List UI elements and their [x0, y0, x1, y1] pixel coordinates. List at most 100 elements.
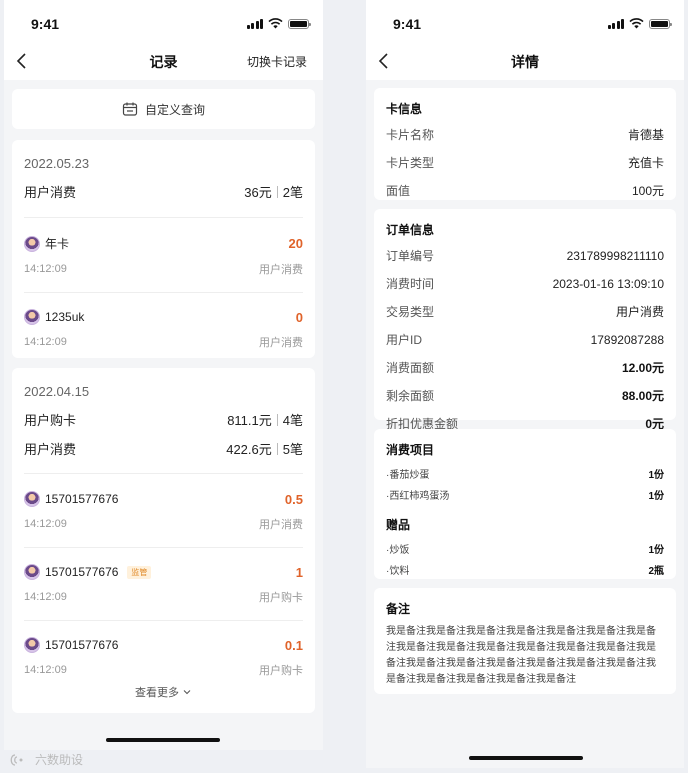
item-name: ·番茄炒蛋	[386, 470, 430, 481]
watermark: 六数助设	[8, 751, 83, 768]
summary-label: 用户购卡	[24, 413, 77, 428]
section-title: 备注	[386, 602, 411, 616]
info-label: 消费面额	[386, 361, 435, 375]
card-info-section: 卡信息 卡片名称 肯德基 卡片类型 充值卡 面值 100元	[374, 88, 676, 200]
info-label: 卡片类型	[386, 156, 435, 170]
records-screen: 9:41 记录 切换卡记录 自定义查询 2022.05.23 用户消费 36元 2…	[4, 0, 323, 750]
record-type: 用户购卡	[259, 592, 303, 604]
status-bar: 9:41	[366, 0, 684, 42]
list-item: ·番茄炒蛋 1份	[386, 466, 664, 481]
status-time: 9:41	[393, 16, 422, 32]
info-label: 消费时间	[386, 277, 435, 291]
record-type: 用户消费	[259, 264, 303, 276]
switch-card-records-link[interactable]: 切换卡记录	[247, 53, 307, 70]
summary-amount: 422.6元	[226, 442, 272, 457]
info-row: 消费面额 12.00元	[386, 359, 664, 376]
record-type: 用户购卡	[259, 665, 303, 677]
avatar	[24, 491, 40, 507]
record-amount: 0.5	[284, 491, 303, 507]
record-amount: 20	[288, 236, 303, 251]
info-label: 面值	[386, 184, 411, 198]
summary-count: 5笔	[282, 442, 303, 457]
info-row: 剩余面额 88.00元	[386, 387, 664, 404]
watermark-text: 六数助设	[35, 753, 84, 767]
divider	[24, 473, 303, 474]
avatar	[24, 309, 40, 325]
info-value: 12.00元	[621, 361, 664, 375]
battery-icon	[288, 18, 311, 29]
custom-query-label: 自定义查询	[144, 102, 205, 117]
summary-amount: 811.1元	[227, 413, 272, 428]
watermark-logo-icon	[10, 753, 23, 766]
record-name: 年卡	[45, 237, 70, 251]
avatar	[24, 235, 40, 252]
nav-bar: 详情	[366, 42, 684, 80]
view-more-label: 查看更多	[135, 687, 179, 699]
detail-screen: 9:41 详情 卡信息 卡片名称 肯德基 卡片类型 充值卡 面值 100元 订单信息 …	[366, 0, 684, 768]
info-value: 用户消费	[615, 305, 664, 319]
record-type: 用户消费	[259, 337, 303, 349]
info-row: 卡片类型 充值卡	[386, 154, 664, 171]
info-label: 卡片名称	[386, 128, 435, 142]
record-time: 14:12:09	[24, 263, 67, 275]
item-name: ·炒饭	[386, 545, 410, 556]
info-value: 17892087288	[590, 332, 664, 347]
item-qty: 1份	[648, 491, 664, 502]
signal-icon	[246, 18, 263, 29]
calendar-icon	[122, 102, 138, 116]
status-badge: 监管	[127, 565, 152, 579]
custom-query-button[interactable]: 自定义查询	[12, 89, 315, 129]
record-amount: 0.1	[284, 637, 303, 653]
info-row: 卡片名称 肯德基	[386, 126, 664, 143]
divider	[24, 292, 303, 293]
top-bar: 9:41 记录 切换卡记录	[4, 0, 323, 80]
info-row: 面值 100元	[386, 182, 664, 199]
info-label: 交易类型	[386, 305, 435, 319]
divider	[24, 217, 303, 218]
record-name: 15701577676	[45, 638, 119, 652]
section-title: 赠品	[386, 518, 411, 532]
item-qty: 1份	[648, 470, 664, 481]
list-item: ·炒饭 1份	[386, 541, 664, 556]
item-qty: 2瓶	[648, 566, 664, 577]
record-time: 14:12:09	[24, 518, 67, 530]
info-row: 交易类型 用户消费	[386, 303, 664, 320]
record-amount: 0	[295, 309, 303, 325]
status-bar: 9:41	[4, 0, 323, 42]
avatar	[24, 564, 40, 580]
view-more-button[interactable]: 查看更多	[12, 684, 315, 700]
info-value: 2023-01-16 13:09:10	[552, 276, 664, 291]
page-title: 详情	[511, 54, 539, 70]
info-label: 订单编号	[386, 249, 435, 263]
record-time: 14:12:09	[24, 336, 67, 348]
record-item[interactable]: 15701577676 0.1 14:12:09 用户购卡	[12, 637, 315, 678]
divider	[24, 620, 303, 621]
top-bar: 9:41 详情	[366, 0, 684, 80]
wifi-icon	[268, 18, 283, 29]
record-time: 14:12:09	[24, 591, 67, 603]
record-group: 2022.04.15 用户购卡 811.1元 4笔 用户消费 422.6元 5笔 1…	[12, 368, 315, 713]
section-title: 订单信息	[386, 223, 435, 237]
info-label: 剩余面额	[386, 389, 435, 403]
nav-bar: 记录 切换卡记录	[4, 42, 323, 80]
summary-count: 4笔	[282, 413, 303, 428]
info-value: 231789998211110	[566, 248, 664, 263]
record-name: 15701577676	[45, 492, 119, 506]
record-item[interactable]: 1235uk 0 14:12:09 用户消费	[12, 309, 315, 350]
battery-icon	[649, 18, 672, 29]
record-amount: 1	[295, 564, 303, 580]
remark-text: 我是备注我是备注我是备注我是备注我是备注我是备注我是备注我是备注我是备注我是备注…	[386, 626, 656, 685]
summary-row: 用户购卡 811.1元 4笔	[12, 410, 315, 429]
info-value: 肯德基	[627, 128, 664, 142]
signal-icon	[607, 18, 624, 29]
record-name: 15701577676	[45, 565, 119, 579]
item-name: ·饮料	[386, 566, 410, 577]
record-item[interactable]: 年卡 20 14:12:09 用户消费	[12, 235, 315, 277]
info-row: 用户ID 17892087288	[386, 331, 664, 348]
record-item[interactable]: 15701577676 0.5 14:12:09 用户消费	[12, 491, 315, 532]
record-time: 14:12:09	[24, 664, 67, 676]
info-value: 88.00元	[621, 389, 664, 403]
record-item[interactable]: 15701577676 监管 1 14:12:09 用户购卡	[12, 564, 315, 605]
avatar	[24, 637, 40, 653]
wifi-icon	[629, 18, 644, 29]
